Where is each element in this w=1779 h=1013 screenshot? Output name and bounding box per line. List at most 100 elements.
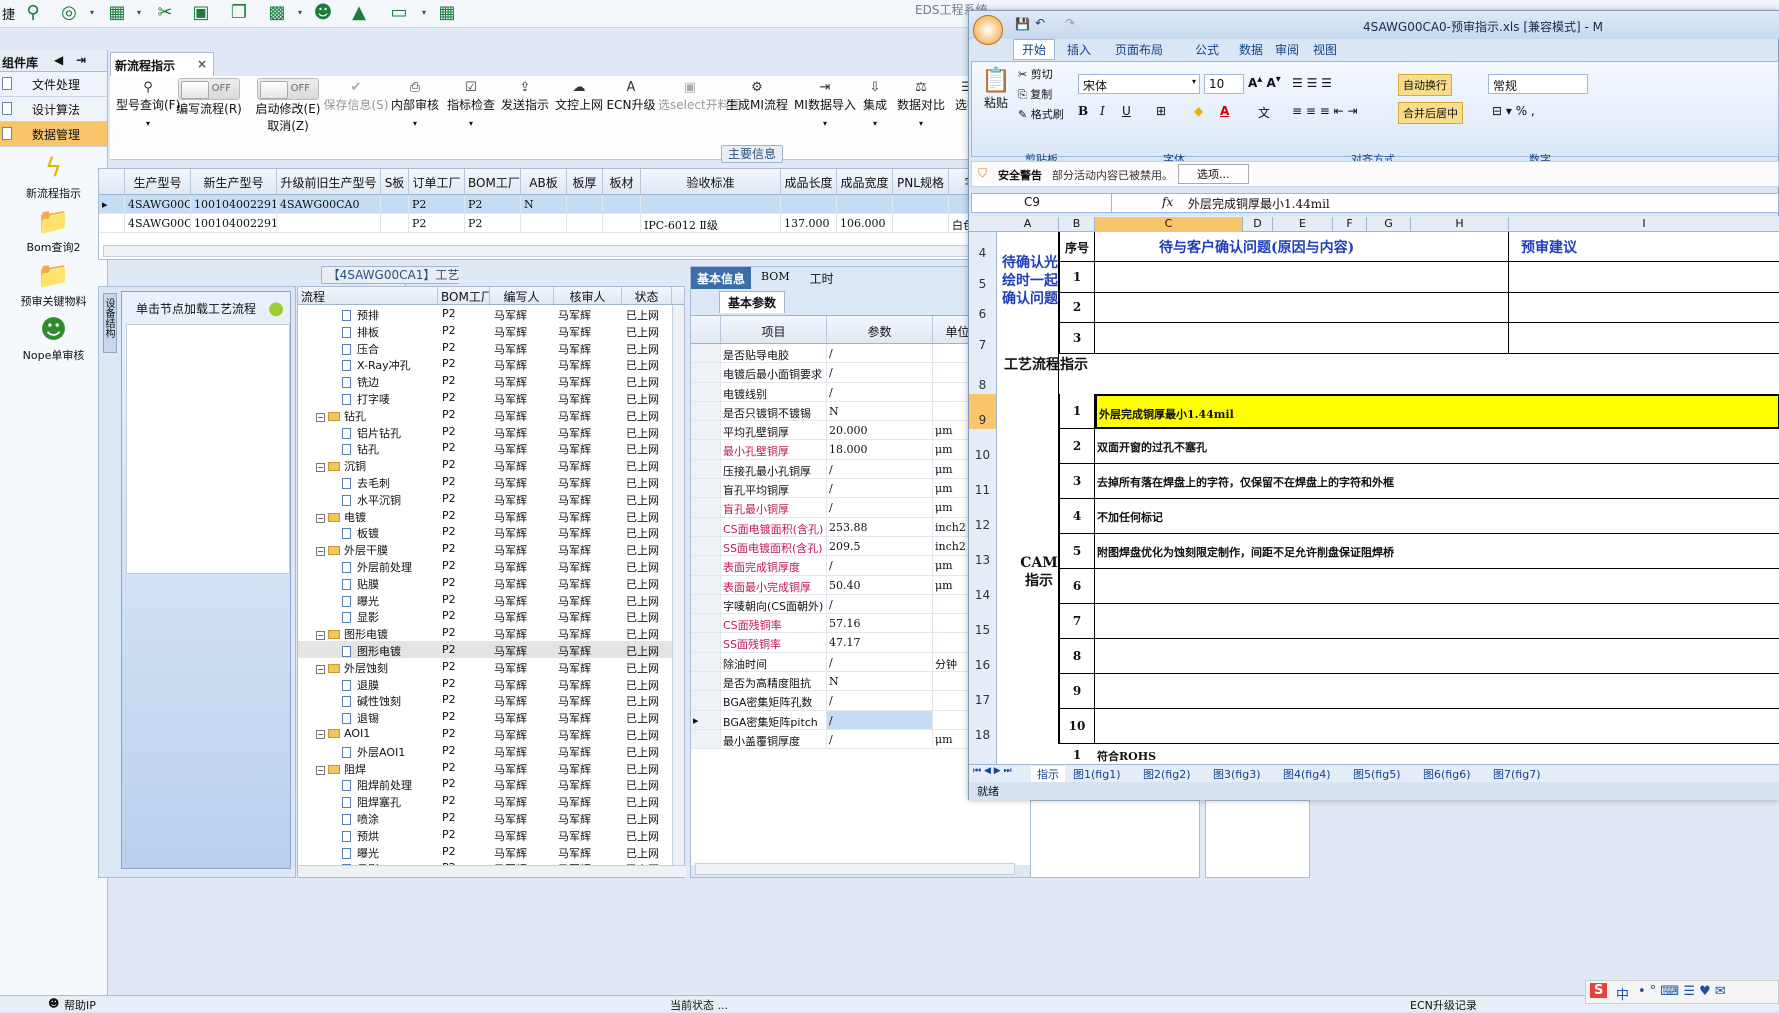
- seq-cell[interactable]: 5: [1059, 534, 1095, 569]
- issue-header[interactable]: 待与客户确认问题(原因与内容): [1159, 237, 1354, 257]
- row-number[interactable]: 6: [969, 293, 997, 323]
- tree-node[interactable]: 图形电镀: [298, 641, 438, 658]
- doc-upload-button[interactable]: ☁ 文控上网: [554, 80, 604, 113]
- cut-button[interactable]: ✂ 剪切: [1018, 66, 1053, 82]
- row-selector[interactable]: [691, 691, 721, 710]
- table-cell[interactable]: [381, 195, 409, 213]
- chevron-down-icon[interactable]: ▾: [446, 119, 496, 128]
- font-name-select[interactable]: 宋体 ▾: [1078, 74, 1200, 94]
- table-cell[interactable]: P2: [409, 214, 465, 232]
- chevron-down-icon[interactable]: ▾: [860, 119, 890, 128]
- row-selector[interactable]: [691, 652, 721, 672]
- table-cell[interactable]: N: [521, 195, 567, 213]
- row-selector[interactable]: [691, 614, 721, 633]
- param-value[interactable]: /: [827, 479, 933, 498]
- table-cell[interactable]: [603, 214, 641, 232]
- row-selector[interactable]: [691, 440, 721, 459]
- seq-cell[interactable]: 3: [1059, 323, 1095, 354]
- indicator-check-button[interactable]: ☑ 指标检查 ▾: [446, 80, 496, 128]
- param-value[interactable]: /: [827, 459, 933, 479]
- tree-row[interactable]: 阻焊前处理 P2 马军辉 马军辉 已上网: [298, 775, 684, 792]
- param-value[interactable]: 209.5: [827, 536, 933, 556]
- col-header[interactable]: 验收标准: [641, 169, 781, 194]
- ribbon-tab-5[interactable]: 审阅: [1275, 41, 1299, 58]
- param-value[interactable]: /: [827, 498, 933, 517]
- redo-icon[interactable]: ↷: [1065, 16, 1075, 30]
- dock-icon[interactable]: ⇥: [76, 53, 86, 67]
- param-value[interactable]: N: [827, 401, 933, 421]
- row-number[interactable]: 10: [969, 429, 997, 464]
- tree-node[interactable]: 退膜: [298, 675, 438, 691]
- collapse-icon[interactable]: −: [316, 765, 325, 775]
- wrap-text-button[interactable]: 自动换行: [1398, 74, 1452, 96]
- cam-label[interactable]: CAM指示: [1019, 554, 1059, 590]
- internal-review-button[interactable]: ⎙ 内部审核 ▾: [390, 80, 440, 128]
- col-header[interactable]: 编写人: [490, 287, 554, 304]
- toggle-switch[interactable]: OFF: [257, 78, 319, 100]
- seq-cell[interactable]: 2: [1059, 429, 1095, 464]
- table-cell[interactable]: 4SAWG00CA0: [125, 214, 191, 232]
- office-button[interactable]: [973, 15, 1003, 45]
- user-icon[interactable]: ☻: [312, 3, 334, 23]
- copy-button[interactable]: ⎘ 复制: [1018, 86, 1052, 102]
- table-row[interactable]: ▸4SAWG00CA1100104002291364SAWG00CA0P2P2N: [99, 195, 1109, 214]
- tree-node[interactable]: 打字唛: [298, 389, 438, 406]
- tree-node[interactable]: 铣边: [298, 372, 438, 389]
- collapse-icon[interactable]: −: [316, 513, 325, 523]
- param-value[interactable]: N: [827, 672, 933, 691]
- tree-row[interactable]: 阻焊塞孔 P2 马军辉 马军辉 已上网: [298, 792, 684, 809]
- cancel-label[interactable]: 取消(Z): [250, 117, 326, 134]
- col-header[interactable]: BOM工厂: [465, 169, 521, 194]
- table-cell[interactable]: 106.000: [837, 214, 893, 232]
- tree-node[interactable]: 外层前处理: [298, 557, 438, 574]
- tree-node[interactable]: − 电镀: [298, 507, 438, 523]
- col-header[interactable]: BOM工厂: [438, 287, 490, 304]
- issue-cell[interactable]: [1095, 323, 1509, 354]
- param-value[interactable]: /: [827, 344, 933, 363]
- param-value[interactable]: /: [827, 556, 933, 575]
- table-cell[interactable]: IPC-6012 Ⅱ级: [641, 214, 781, 232]
- advice-cell[interactable]: [1509, 323, 1779, 354]
- tree-row[interactable]: 碱性蚀刻 P2 马军辉 马军辉 已上网: [298, 691, 684, 708]
- row-number[interactable]: 12: [969, 499, 997, 534]
- tree-node[interactable]: 钻孔: [298, 439, 438, 456]
- tree-row[interactable]: 预排 P2 马军辉 马军辉 已上网: [298, 305, 684, 322]
- ribbon-tab-3[interactable]: 公式: [1195, 41, 1219, 58]
- table-cell[interactable]: [893, 195, 949, 213]
- tree-row[interactable]: − 钻孔 P2 马军辉 马军辉 已上网: [298, 406, 684, 423]
- arrow-left-icon[interactable]: ◀: [54, 53, 63, 67]
- tree-row[interactable]: 贴膜 P2 马军辉 马军辉 已上网: [298, 574, 684, 591]
- row-selector[interactable]: ▸: [691, 710, 721, 729]
- table-cell[interactable]: [277, 214, 381, 232]
- chart-icon[interactable]: ▲: [348, 3, 370, 23]
- table-icon[interactable]: ▦: [106, 3, 128, 23]
- tree-node[interactable]: 曝光: [298, 591, 438, 607]
- row-selector[interactable]: [691, 575, 721, 594]
- close-icon[interactable]: ×: [197, 57, 207, 71]
- bom-query-button[interactable]: 📁 Bom查询2: [0, 207, 107, 255]
- table-cell[interactable]: 10010400229136: [191, 195, 277, 213]
- tree-row[interactable]: − 阻焊 P2 马军辉 马军辉 已上网: [298, 759, 684, 775]
- sheet-tab[interactable]: 图6(fig6): [1423, 766, 1471, 782]
- tree-row[interactable]: 排板 P2 马军辉 马军辉 已上网: [298, 322, 684, 339]
- tree-row[interactable]: − 外层干膜 P2 马军辉 马军辉 已上网: [298, 540, 684, 557]
- seq-cell[interactable]: 1: [1059, 394, 1095, 429]
- seq-cell[interactable]: 9: [1059, 674, 1095, 709]
- fx-icon[interactable]: fx: [1162, 195, 1173, 209]
- param-value[interactable]: 20.000: [827, 421, 933, 440]
- tree-node[interactable]: − 外层干膜: [298, 540, 438, 557]
- column-letter[interactable]: A: [997, 217, 1059, 232]
- horizontal-scrollbar[interactable]: [103, 245, 1103, 257]
- table-cell[interactable]: [521, 214, 567, 232]
- tree-node[interactable]: 碱性蚀刻: [298, 691, 438, 708]
- table-cell[interactable]: 4SAWG00CA1: [125, 195, 191, 213]
- chevron-down-icon[interactable]: ▾: [896, 119, 946, 128]
- sogou-icon[interactable]: S: [1590, 983, 1608, 998]
- tree-node[interactable]: 铝片钻孔: [298, 423, 438, 439]
- scissors-icon[interactable]: ✂: [154, 3, 176, 23]
- seq-cell[interactable]: 6: [1059, 569, 1095, 604]
- tree-row[interactable]: 预烘 P2 马军辉 马军辉 已上网: [298, 826, 684, 843]
- col-header[interactable]: 升级前旧生产型号: [277, 169, 381, 194]
- table-cell[interactable]: [781, 195, 837, 213]
- issue-cell[interactable]: [1095, 604, 1779, 639]
